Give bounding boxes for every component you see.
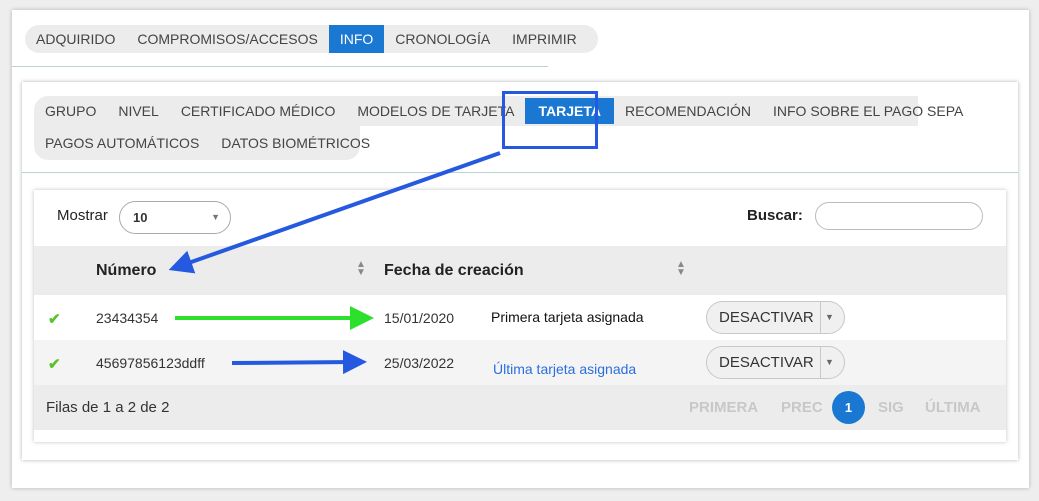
sub-tab-bar: GRUPO NIVEL CERTIFICADO MÉDICO MODELOS D… [34, 96, 963, 160]
top-tab-bar: ADQUIRIDO COMPROMISOS/ACCESOS INFO CRONO… [25, 25, 598, 53]
show-entries-label: Mostrar [57, 207, 108, 224]
tab-adquirido[interactable]: ADQUIRIDO [25, 25, 126, 53]
check-icon: ✔ [48, 311, 61, 328]
tab-cronologia[interactable]: CRONOLOGÍA [384, 25, 501, 53]
pager-first[interactable]: PRIMERA [689, 399, 758, 416]
chevron-down-icon[interactable]: ▼ [825, 347, 834, 378]
tab-certificado-medico[interactable]: CERTIFICADO MÉDICO [170, 96, 347, 126]
card-note: Última tarjeta asignada [493, 361, 637, 377]
table-header: Número ▲ ▼ Fecha de creación ▲ ▼ [34, 246, 1006, 295]
page-size-value: 10 [133, 210, 148, 225]
tab-nivel[interactable]: NIVEL [107, 96, 169, 126]
info-panel: GRUPO NIVEL CERTIFICADO MÉDICO MODELOS D… [22, 82, 1018, 460]
check-icon: ✔ [48, 356, 61, 373]
card-number: 45697856123ddff [96, 355, 205, 371]
table-footer: Filas de 1 a 2 de 2 PRIMERA PREC 1 SIG Ú… [34, 385, 1006, 430]
deactivate-button[interactable]: DESACTIVAR ▼ [706, 346, 845, 379]
tab-datos-biometricos[interactable]: DATOS BIOMÉTRICOS [210, 126, 381, 160]
pager-prev[interactable]: PREC [781, 399, 823, 416]
column-created[interactable]: Fecha de creación [384, 262, 524, 280]
table-row: ✔ 45697856123ddff 25/03/2022 Última tarj… [34, 340, 1006, 385]
cards-table-panel: Mostrar 10 ▼ Buscar: Número ▲ ▼ Fecha de … [34, 190, 1006, 442]
table-row: ✔ 23434354 15/01/2020 Primera tarjeta as… [34, 295, 1006, 340]
deactivate-label: DESACTIVAR [719, 309, 814, 326]
tab-info[interactable]: INFO [328, 25, 385, 53]
chevron-down-icon[interactable]: ▼ [825, 302, 834, 333]
search-input[interactable] [815, 202, 983, 230]
tab-info-pago-sepa[interactable]: INFO SOBRE EL PAGO SEPA [762, 96, 974, 126]
tab-imprimir[interactable]: IMPRIMIR [501, 25, 588, 53]
pager-page-1[interactable]: 1 [832, 391, 865, 424]
sub-tabs-divider [22, 172, 1018, 173]
pager-next[interactable]: SIG [878, 399, 904, 416]
creation-date: 15/01/2020 [384, 310, 455, 326]
tab-recomendacion[interactable]: RECOMENDACIÓN [614, 96, 762, 126]
main-card: ADQUIRIDO COMPROMISOS/ACCESOS INFO CRONO… [12, 10, 1029, 488]
tab-grupo[interactable]: GRUPO [34, 96, 107, 126]
column-number[interactable]: Número [96, 262, 156, 280]
search-label: Buscar: [747, 207, 803, 224]
tab-compromisos-accesos[interactable]: COMPROMISOS/ACCESOS [126, 25, 328, 53]
chevron-down-icon: ▼ [211, 212, 220, 222]
rows-info: Filas de 1 a 2 de 2 [46, 399, 170, 416]
deactivate-button[interactable]: DESACTIVAR ▼ [706, 301, 845, 334]
deactivate-label: DESACTIVAR [719, 354, 814, 371]
pager-last[interactable]: ÚLTIMA [925, 399, 981, 416]
top-tabs-divider [12, 66, 548, 67]
card-number: 23434354 [96, 310, 159, 326]
tab-modelos-de-tarjeta[interactable]: MODELOS DE TARJETA [346, 96, 525, 126]
card-note: Primera tarjeta asignada [491, 309, 644, 325]
page-size-select[interactable]: 10 ▼ [119, 201, 231, 234]
sort-icon[interactable]: ▲ ▼ [676, 260, 686, 278]
sort-icon[interactable]: ▲ ▼ [356, 260, 366, 278]
table-controls: Mostrar 10 ▼ Buscar: [34, 190, 1006, 246]
tarjeta-highlight-annotation [502, 91, 598, 149]
creation-date: 25/03/2022 [384, 355, 455, 371]
tab-pagos-automaticos[interactable]: PAGOS AUTOMÁTICOS [34, 126, 210, 160]
